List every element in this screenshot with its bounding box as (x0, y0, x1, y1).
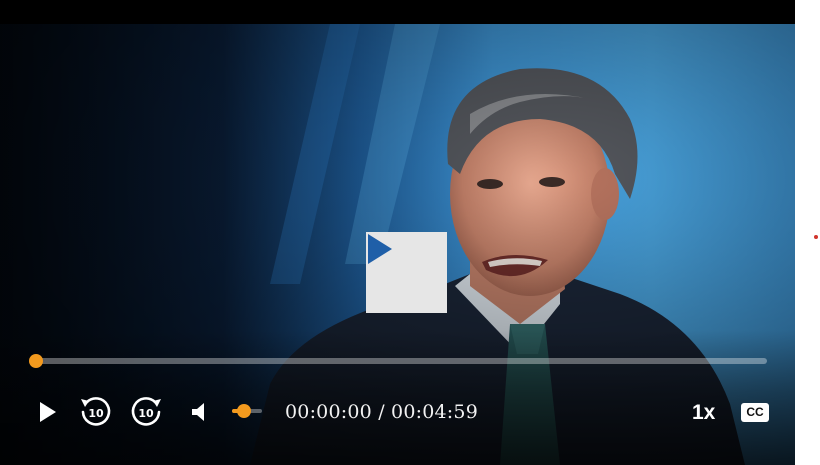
page-marker-dot (814, 235, 818, 239)
play-button[interactable] (36, 393, 60, 431)
rewind-10-button[interactable]: 10 (76, 393, 114, 431)
big-play-button[interactable] (366, 232, 447, 313)
play-icon (40, 402, 56, 422)
video-player: 10 10 00:00:00 / 00:04:59 1x CC (0, 0, 795, 465)
forward-10-button[interactable]: 10 (128, 393, 166, 431)
progress-handle[interactable] (29, 354, 43, 368)
forward-10-icon: 10 (131, 397, 161, 426)
closed-captions-button[interactable]: CC (741, 403, 769, 422)
forward-seconds-label: 10 (138, 407, 154, 420)
speaker-icon (192, 403, 204, 421)
player-top-bar (0, 0, 795, 24)
controls-gradient (0, 330, 795, 465)
rewind-10-icon: 10 (81, 397, 111, 426)
time-display: 00:00:00 / 00:04:59 (285, 399, 478, 425)
time-separator: / (378, 401, 385, 423)
current-time: 00:00:00 (285, 401, 372, 423)
progress-bar[interactable] (29, 354, 767, 368)
playback-speed-button[interactable]: 1x (692, 398, 715, 428)
mute-button[interactable] (188, 393, 216, 431)
duration: 00:04:59 (391, 401, 478, 423)
play-icon (368, 234, 392, 264)
volume-handle[interactable] (237, 404, 251, 418)
volume-slider[interactable] (232, 404, 262, 418)
rewind-seconds-label: 10 (88, 407, 104, 420)
